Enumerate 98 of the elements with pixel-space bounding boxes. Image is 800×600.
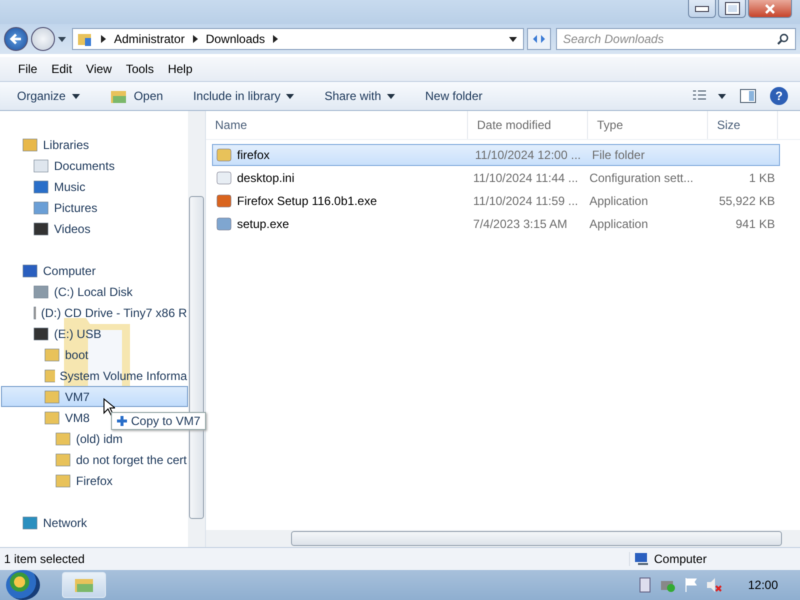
caret-icon xyxy=(286,94,294,98)
file-row[interactable]: firefox 11/10/2024 12:00 ... File folder xyxy=(212,144,780,166)
date-cell-text: 11/10/2024 11:59 ... xyxy=(472,194,580,208)
navigation-item[interactable]: (E:) USB xyxy=(1,323,188,344)
file-name: setup.exe xyxy=(237,217,290,231)
navigation-item[interactable]: System Volume Informa xyxy=(1,365,188,386)
refresh-button[interactable] xyxy=(527,28,551,50)
file-name: desktop.ini xyxy=(237,171,294,185)
address-bar[interactable]: Administrator Downloads xyxy=(72,28,524,50)
breadcrumb-item[interactable]: Administrator xyxy=(114,32,185,46)
toolbar-button[interactable]: New folder xyxy=(416,86,492,106)
navigation-item[interactable]: VM7 xyxy=(1,386,188,407)
navigation-item[interactable]: (old) idm xyxy=(1,428,188,449)
file-icon xyxy=(216,216,232,232)
toolbar-button[interactable]: Include in library xyxy=(184,86,304,106)
status-location: Computer xyxy=(654,552,707,566)
folder-icon xyxy=(55,452,71,468)
pane-icon xyxy=(740,89,756,103)
clock[interactable]: 12:00 xyxy=(748,578,778,592)
navigation-item[interactable]: Documents xyxy=(1,155,188,176)
folder-icon xyxy=(55,472,71,488)
size-cell-text: 941 KB xyxy=(734,217,776,231)
menu-item[interactable]: File xyxy=(13,60,42,78)
folder-icon xyxy=(216,147,232,163)
folder-icon xyxy=(55,430,71,446)
close-button[interactable] xyxy=(748,0,792,18)
forward-button[interactable] xyxy=(31,27,55,51)
menu-item[interactable]: Help xyxy=(162,60,198,78)
horizontal-scrollbar[interactable] xyxy=(206,530,800,547)
file-icon xyxy=(216,170,232,186)
size-cell-text: 1 KB xyxy=(748,171,776,185)
restore-button[interactable] xyxy=(718,0,746,18)
back-button[interactable] xyxy=(4,27,28,51)
folder-icon xyxy=(44,388,60,404)
chevron-icon[interactable] xyxy=(192,35,198,43)
menu-item[interactable]: Tools xyxy=(120,60,159,78)
plus-icon xyxy=(117,416,127,426)
search-field[interactable]: Search Downloads xyxy=(556,28,796,50)
type-cell-text: Application xyxy=(588,194,650,208)
size-cell-text: 55,922 KB xyxy=(718,194,776,208)
folder-icon xyxy=(74,577,94,593)
navigation-item[interactable]: Music xyxy=(1,176,188,197)
folder-icon xyxy=(77,31,93,47)
column-header[interactable]: Date modified xyxy=(468,111,588,139)
menu-item[interactable]: Edit xyxy=(46,60,78,78)
date-cell-text: 11/10/2024 11:44 ... xyxy=(472,171,580,185)
muted-speaker-icon[interactable] xyxy=(706,577,722,593)
navigation-item[interactable]: Libraries xyxy=(1,134,188,155)
file-row[interactable]: desktop.ini 11/10/2024 11:44 ... Configuration sett... 1 KB xyxy=(212,167,780,189)
start-button[interactable] xyxy=(6,570,40,600)
breadcrumb-item[interactable]: Downloads xyxy=(206,32,266,46)
column-header[interactable]: Type xyxy=(588,111,708,139)
navigation-item[interactable]: Network xyxy=(1,512,188,533)
date-cell-text: 11/10/2024 12:00 ... xyxy=(474,148,582,162)
chevron-icon[interactable] xyxy=(273,35,278,43)
mouse-pointer-icon xyxy=(103,398,115,416)
open-folder-icon xyxy=(110,88,128,104)
list-view-icon xyxy=(692,90,726,102)
history-caret-icon[interactable] xyxy=(509,36,517,42)
column-header[interactable]: Name xyxy=(206,111,468,139)
file-name: firefox xyxy=(237,148,270,162)
file-row[interactable]: Firefox Setup 116.0b1.exe 11/10/2024 11:59 ... Application 55,922 KB xyxy=(212,190,780,212)
date-cell-text: 7/4/2023 3:15 AM xyxy=(472,217,568,231)
column-header[interactable]: Size xyxy=(708,111,778,139)
caret-icon xyxy=(387,94,396,98)
toolbar-button[interactable]: Organize xyxy=(8,86,89,106)
status-text: 1 item selected xyxy=(4,552,85,566)
close-icon xyxy=(764,4,776,14)
type-cell-text: Configuration sett... xyxy=(588,171,694,185)
drag-tooltip: Copy to VM7 xyxy=(111,412,206,430)
navigation-item[interactable]: Computer xyxy=(1,260,188,281)
file-name: Firefox Setup 116.0b1.exe xyxy=(237,194,377,208)
folder-icon xyxy=(44,346,60,362)
navigation-item[interactable]: do not forget the cert xyxy=(1,449,188,470)
folder-icon xyxy=(44,368,55,384)
document-tray-icon[interactable] xyxy=(638,577,652,593)
navigation-item[interactable]: (C:) Local Disk xyxy=(1,281,188,302)
file-row[interactable]: setup.exe 7/4/2023 3:15 AM Application 941 KB xyxy=(212,213,780,235)
type-cell-text: File folder xyxy=(591,148,646,162)
chevron-icon[interactable] xyxy=(101,35,106,43)
help-button[interactable]: ? xyxy=(770,87,788,105)
arrow-left-icon xyxy=(9,32,23,46)
navigation-item[interactable]: Pictures xyxy=(1,197,188,218)
navigation-item[interactable]: Videos xyxy=(1,218,188,239)
caret-icon xyxy=(72,94,80,98)
recent-pages-caret-icon[interactable] xyxy=(58,36,66,42)
toolbar-button[interactable]: Share with xyxy=(315,86,404,106)
folder-icon xyxy=(44,410,60,426)
navigation-item[interactable]: (D:) CD Drive - Tiny7 x86 R xyxy=(1,302,188,323)
file-icon xyxy=(216,193,232,209)
navigation-item[interactable]: boot xyxy=(1,344,188,365)
toolbar-button[interactable]: Open xyxy=(100,86,172,106)
minimize-button[interactable] xyxy=(688,0,716,18)
navigation-item[interactable]: Firefox xyxy=(1,470,188,491)
type-cell-text: Application xyxy=(588,217,650,231)
refresh-icon xyxy=(531,33,547,45)
search-icon xyxy=(777,33,789,45)
menu-item[interactable]: View xyxy=(81,60,117,78)
